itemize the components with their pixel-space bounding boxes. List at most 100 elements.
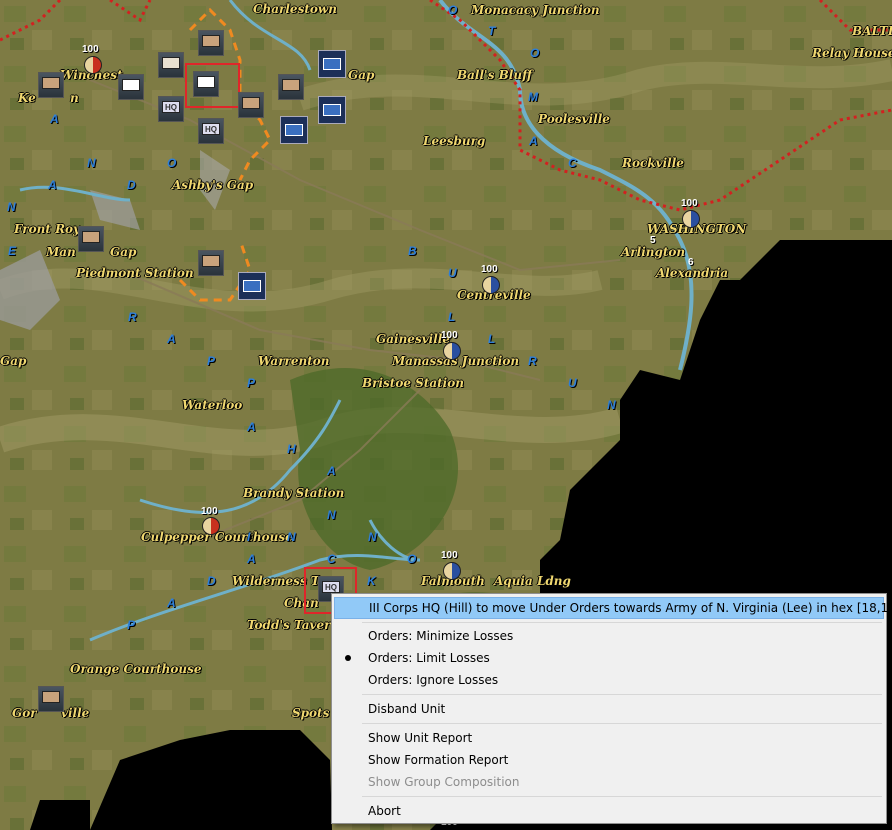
radio-checked-icon [345,655,351,661]
union-unit-counter[interactable] [238,272,266,300]
place-label: Waterloo [182,398,243,412]
menu-item-label: Show Unit Report [368,731,473,745]
confederate-unit-counter[interactable] [198,250,224,276]
menu-item-disband-unit[interactable]: Disband Unit [334,698,884,720]
place-label: Man [46,245,76,259]
river-label: N [87,156,96,170]
place-label: Piedmont Station [76,266,194,280]
place-label: Rockville [622,156,684,170]
place-label: Monacacy Junction [471,3,600,17]
victory-point-marker[interactable] [202,517,220,535]
place-label: Warrenton [258,354,330,368]
confederate-unit-counter[interactable] [38,686,64,712]
confederate-unit-counter[interactable] [38,72,64,98]
vp-label: 100 [82,44,99,55]
menu-item-abort[interactable]: Abort [334,800,884,822]
menu-item-orders-limit-losses[interactable]: Orders: Limit Losses [334,647,884,669]
victory-point-marker[interactable] [482,276,500,294]
river-label: A [327,464,336,478]
victory-point-marker[interactable] [84,56,102,74]
vp-label: 100 [201,506,218,517]
river-label: N [607,398,616,412]
menu-separator [362,694,882,695]
vp-label: 100 [681,198,698,209]
unit-context-menu: III Corps HQ (Hill) to move Under Orders… [331,593,892,824]
river-label: R [528,354,537,368]
vp-label: 100 [481,264,498,275]
vp-label: 100 [441,330,458,341]
confederate-unit-counter[interactable] [78,226,104,252]
confederate-unit-counter[interactable] [238,92,264,118]
menu-separator [362,622,882,623]
place-label: n [70,91,79,105]
river-label: E [8,244,17,258]
place-label: Gap [0,354,27,368]
place-label: Ke [18,91,36,105]
place-label: BALTI [852,24,892,38]
menu-item-show-formation-report[interactable]: Show Formation Report [334,749,884,771]
river-label: A [50,112,59,126]
menu-item-label: Show Formation Report [368,753,509,767]
confederate-hq-counter[interactable]: HQ [158,96,184,122]
union-unit-counter[interactable] [280,116,308,144]
victory-point-marker[interactable] [443,562,461,580]
river-label: P [207,354,216,368]
victory-point-marker[interactable] [682,210,700,228]
river-label: P [127,618,136,632]
place-label: Ball's Bluff [457,68,532,82]
river-label: N [368,530,377,544]
place-label: Ashby's Gap [172,178,254,192]
river-label: O [530,46,540,60]
river-label: O [448,3,458,17]
river-label: O [167,156,177,170]
river-label: A [167,596,176,610]
vp-label: 6 [688,257,694,268]
river-label: C [327,552,336,566]
confederate-hq-counter[interactable]: HQ [198,118,224,144]
river-label: O [407,552,417,566]
river-label: U [568,376,577,390]
menu-item-label: Orders: Limit Losses [368,651,490,665]
vp-label: 100 [441,550,458,561]
river-label: N [7,200,16,214]
place-label: Arlington [621,245,686,259]
river-label: N [287,530,296,544]
place-label: Todd's Taver [247,618,331,632]
river-label: A [529,134,538,148]
place-label: Bristoe Station [362,376,464,390]
vp-label: 5 [650,235,656,246]
river-label: A [167,332,176,346]
river-label: H [287,442,296,456]
river-label: L [488,332,496,346]
menu-item-move-under-orders[interactable]: III Corps HQ (Hill) to move Under Orders… [334,597,892,619]
menu-item-orders-ignore-losses[interactable]: Orders: Ignore Losses [334,669,884,691]
river-label: B [408,244,417,258]
menu-item-show-unit-report[interactable]: Show Unit Report [334,727,884,749]
river-label: R [128,310,137,324]
place-label: Poolesville [538,112,610,126]
confederate-unit-counter[interactable] [158,52,184,78]
place-label: Spots [292,706,330,720]
menu-separator [362,723,882,724]
victory-point-marker[interactable] [443,342,461,360]
place-label: Brandy Station [243,486,345,500]
river-label: N [327,508,336,522]
confederate-unit-counter[interactable] [278,74,304,100]
menu-item-orders-minimize-losses[interactable]: Orders: Minimize Losses [334,625,884,647]
menu-item-label: Disband Unit [368,702,446,716]
union-unit-counter[interactable] [318,96,346,124]
river-label: U [448,266,457,280]
menu-item-label: Show Group Composition [368,775,520,789]
menu-item-label: Orders: Ignore Losses [368,673,499,687]
river-label: D [207,574,216,588]
place-label: Gap [348,68,375,82]
menu-item-show-group-composition: Show Group Composition [334,771,884,793]
menu-separator [362,796,882,797]
confederate-unit-counter[interactable] [118,74,144,100]
place-label: Orange Courthouse [70,662,202,676]
river-label: P [247,376,256,390]
river-label: A [247,552,256,566]
place-label: Gor [12,706,37,720]
confederate-unit-counter[interactable] [198,30,224,56]
union-unit-counter[interactable] [318,50,346,78]
